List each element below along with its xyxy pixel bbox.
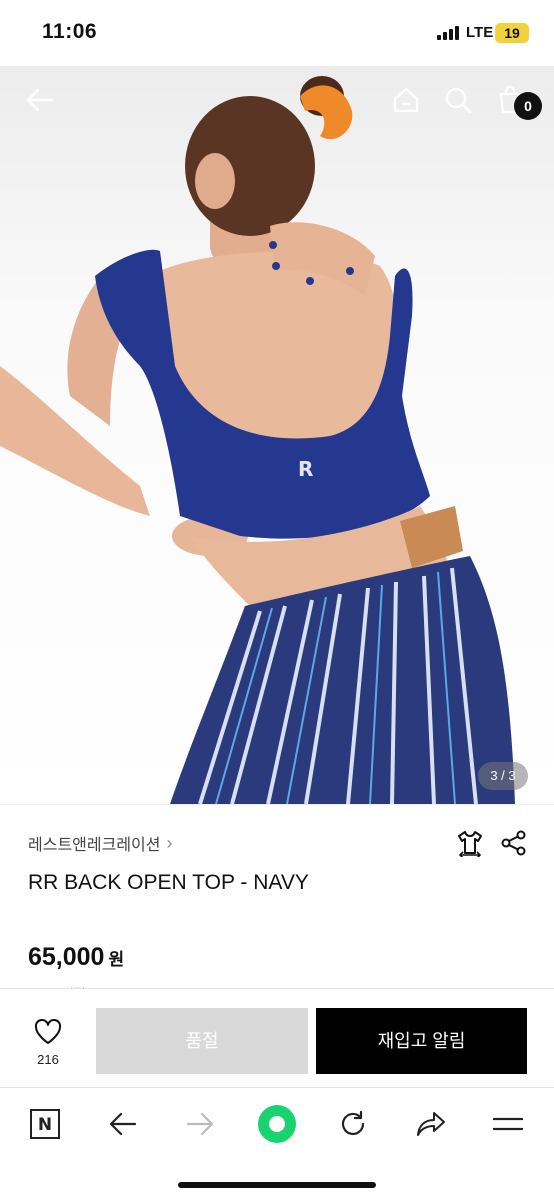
signal-icon: [437, 26, 461, 40]
currency-label: 원: [108, 950, 125, 969]
green-dot-icon: [258, 1105, 296, 1143]
restock-alert-button[interactable]: 재입고 알림: [316, 1008, 527, 1074]
home-icon: [393, 87, 419, 113]
share-page-button[interactable]: [409, 1102, 453, 1146]
price-row: 65,000 원: [28, 943, 124, 972]
share-icon: [501, 830, 526, 856]
product-info: 레스트앤레크레이션 › RR BACK OPEN TOP - NAVY 65,0…: [0, 804, 554, 991]
arrow-left-icon: [109, 1112, 137, 1136]
info-actions: [456, 829, 528, 862]
chevron-right-icon: ›: [166, 832, 173, 853]
browser-back-button[interactable]: [101, 1102, 145, 1146]
product-name: RR BACK OPEN TOP - NAVY: [28, 871, 309, 894]
brand-link[interactable]: 레스트앤레크레이션 ›: [28, 831, 172, 855]
cart-count-badge: 0: [514, 92, 542, 120]
reload-button[interactable]: [331, 1102, 375, 1146]
green-dot-button[interactable]: [255, 1102, 299, 1146]
back-button[interactable]: [20, 80, 60, 120]
battery-icon: 19: [495, 23, 529, 43]
brand-name: 레스트앤레크레이션: [28, 837, 161, 854]
arrow-right-icon: [186, 1112, 214, 1136]
soldout-button[interactable]: 품절: [96, 1008, 308, 1074]
browser-forward-button[interactable]: [178, 1102, 222, 1146]
status-time: 11:06: [42, 20, 98, 43]
reload-icon: [341, 1110, 365, 1136]
svg-text:R: R: [298, 457, 313, 481]
search-icon: [445, 87, 472, 114]
product-photo: R: [0, 76, 515, 804]
like-count: 216: [37, 1052, 59, 1067]
forward-share-icon: [417, 1112, 445, 1136]
home-indicator: [178, 1182, 376, 1188]
menu-button[interactable]: [486, 1102, 530, 1146]
heart-icon: [34, 1018, 62, 1044]
image-page-indicator: 3 / 3: [478, 762, 528, 790]
tshirt-size-icon: [458, 831, 482, 859]
size-guide-button[interactable]: [456, 829, 484, 862]
like-button[interactable]: 216: [26, 1018, 70, 1067]
naver-n-icon: N: [30, 1109, 60, 1139]
status-bar: 11:06 LTE 19: [0, 0, 554, 66]
hamburger-menu-icon: [493, 1117, 523, 1131]
home-button[interactable]: [386, 80, 426, 120]
purchase-action-bar: 216 품절 재입고 알림: [0, 988, 554, 1088]
back-arrow-icon: [26, 88, 54, 112]
product-price: 65,000: [28, 943, 105, 971]
svg-text:N: N: [38, 1115, 52, 1135]
search-button[interactable]: [438, 80, 478, 120]
network-label: LTE: [466, 24, 494, 41]
product-image-gallery[interactable]: R 0 3 / 3: [0, 66, 554, 804]
naver-home-button[interactable]: N: [23, 1102, 67, 1146]
share-button[interactable]: [500, 829, 528, 862]
